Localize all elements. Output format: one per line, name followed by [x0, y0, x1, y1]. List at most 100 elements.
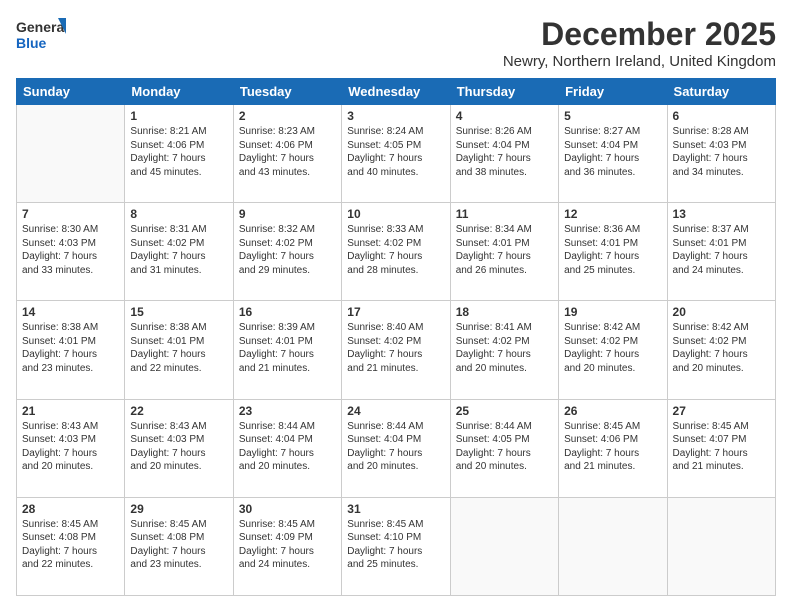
day-number: 16: [239, 305, 336, 319]
table-row: 17 Sunrise: 8:40 AM Sunset: 4:02 PM Dayli…: [342, 301, 450, 399]
day-content: Sunrise: 8:40 AM Sunset: 4:02 PM Dayligh…: [347, 321, 444, 375]
main-title: December 2025: [503, 16, 776, 53]
day-number: 20: [673, 305, 770, 319]
day-number: 13: [673, 207, 770, 221]
day-content: Sunrise: 8:32 AM Sunset: 4:02 PM Dayligh…: [239, 223, 336, 277]
day-number: 29: [130, 502, 227, 516]
table-row: 1Sunrise: 8:21 AM Sunset: 4:06 PM Daylig…: [125, 105, 233, 203]
day-number: 8: [130, 207, 227, 221]
day-content: Sunrise: 8:38 AM Sunset: 4:01 PM Dayligh…: [22, 321, 119, 375]
day-number: 24: [347, 404, 444, 418]
day-content: Sunrise: 8:33 AM Sunset: 4:02 PM Dayligh…: [347, 223, 444, 277]
col-tuesday: Tuesday: [233, 79, 341, 105]
day-content: Sunrise: 8:28 AM Sunset: 4:03 PM Dayligh…: [673, 125, 770, 179]
calendar-week-row: 28 Sunrise: 8:45 AM Sunset: 4:08 PM Dayli…: [17, 497, 776, 595]
day-content: Sunrise: 8:30 AM Sunset: 4:03 PM Dayligh…: [22, 223, 119, 277]
table-row: 5 Sunrise: 8:27 AM Sunset: 4:04 PM Daylig…: [559, 105, 667, 203]
calendar-week-row: 7 Sunrise: 8:30 AM Sunset: 4:03 PM Daylig…: [17, 203, 776, 301]
day-number: 25: [456, 404, 553, 418]
table-row: 26 Sunrise: 8:45 AM Sunset: 4:06 PM Dayli…: [559, 399, 667, 497]
table-row: 9Sunrise: 8:32 AM Sunset: 4:02 PM Daylig…: [233, 203, 341, 301]
table-row: [17, 105, 125, 203]
table-row: 25 Sunrise: 8:44 AM Sunset: 4:05 PM Dayli…: [450, 399, 558, 497]
table-row: 18 Sunrise: 8:41 AM Sunset: 4:02 PM Dayli…: [450, 301, 558, 399]
calendar-table: Sunday Monday Tuesday Wednesday Thursday…: [16, 78, 776, 596]
day-content: Sunrise: 8:36 AM Sunset: 4:01 PM Dayligh…: [564, 223, 661, 277]
day-content: Sunrise: 8:44 AM Sunset: 4:04 PM Dayligh…: [347, 420, 444, 474]
table-row: 3 Sunrise: 8:24 AM Sunset: 4:05 PM Daylig…: [342, 105, 450, 203]
table-row: 22Sunrise: 8:43 AM Sunset: 4:03 PM Dayli…: [125, 399, 233, 497]
day-content: Sunrise: 8:24 AM Sunset: 4:05 PM Dayligh…: [347, 125, 444, 179]
svg-text:Blue: Blue: [16, 35, 47, 51]
table-row: 23 Sunrise: 8:44 AM Sunset: 4:04 PM Dayli…: [233, 399, 341, 497]
day-content: Sunrise: 8:41 AM Sunset: 4:02 PM Dayligh…: [456, 321, 553, 375]
table-row: 6Sunrise: 8:28 AM Sunset: 4:03 PM Daylig…: [667, 105, 775, 203]
day-number: 1: [130, 109, 227, 123]
day-number: 30: [239, 502, 336, 516]
table-row: 30Sunrise: 8:45 AM Sunset: 4:09 PM Dayli…: [233, 497, 341, 595]
subtitle: Newry, Northern Ireland, United Kingdom: [503, 53, 776, 70]
col-saturday: Saturday: [667, 79, 775, 105]
day-number: 15: [130, 305, 227, 319]
table-row: 31 Sunrise: 8:45 AM Sunset: 4:10 PM Dayli…: [342, 497, 450, 595]
day-content: Sunrise: 8:45 AM Sunset: 4:07 PM Dayligh…: [673, 420, 770, 474]
day-number: 4: [456, 109, 553, 123]
table-row: [667, 497, 775, 595]
day-number: 7: [22, 207, 119, 221]
svg-text:General: General: [16, 19, 66, 35]
title-block: December 2025 Newry, Northern Ireland, U…: [503, 16, 776, 70]
day-number: 23: [239, 404, 336, 418]
day-content: Sunrise: 8:26 AM Sunset: 4:04 PM Dayligh…: [456, 125, 553, 179]
col-wednesday: Wednesday: [342, 79, 450, 105]
day-number: 28: [22, 502, 119, 516]
page: General Blue December 2025 Newry, Northe…: [0, 0, 792, 612]
col-thursday: Thursday: [450, 79, 558, 105]
day-content: Sunrise: 8:39 AM Sunset: 4:01 PM Dayligh…: [239, 321, 336, 375]
table-row: 27 Sunrise: 8:45 AM Sunset: 4:07 PM Dayli…: [667, 399, 775, 497]
day-number: 18: [456, 305, 553, 319]
day-number: 3: [347, 109, 444, 123]
day-content: Sunrise: 8:27 AM Sunset: 4:04 PM Dayligh…: [564, 125, 661, 179]
col-monday: Monday: [125, 79, 233, 105]
day-number: 17: [347, 305, 444, 319]
day-content: Sunrise: 8:44 AM Sunset: 4:05 PM Dayligh…: [456, 420, 553, 474]
table-row: 21 Sunrise: 8:43 AM Sunset: 4:03 PM Dayli…: [17, 399, 125, 497]
day-number: 2: [239, 109, 336, 123]
day-content: Sunrise: 8:45 AM Sunset: 4:10 PM Dayligh…: [347, 518, 444, 572]
table-row: 12Sunrise: 8:36 AM Sunset: 4:01 PM Dayli…: [559, 203, 667, 301]
day-content: Sunrise: 8:38 AM Sunset: 4:01 PM Dayligh…: [130, 321, 227, 375]
day-number: 26: [564, 404, 661, 418]
table-row: [559, 497, 667, 595]
day-content: Sunrise: 8:44 AM Sunset: 4:04 PM Dayligh…: [239, 420, 336, 474]
table-row: 8 Sunrise: 8:31 AM Sunset: 4:02 PM Daylig…: [125, 203, 233, 301]
header: General Blue December 2025 Newry, Northe…: [16, 16, 776, 70]
col-friday: Friday: [559, 79, 667, 105]
logo-icon: General Blue: [16, 16, 66, 52]
logo: General Blue: [16, 16, 66, 52]
day-number: 21: [22, 404, 119, 418]
table-row: 2 Sunrise: 8:23 AM Sunset: 4:06 PM Daylig…: [233, 105, 341, 203]
table-row: [450, 497, 558, 595]
table-row: 16 Sunrise: 8:39 AM Sunset: 4:01 PM Dayli…: [233, 301, 341, 399]
calendar-week-row: 14Sunrise: 8:38 AM Sunset: 4:01 PM Dayli…: [17, 301, 776, 399]
table-row: 20 Sunrise: 8:42 AM Sunset: 4:02 PM Dayli…: [667, 301, 775, 399]
day-content: Sunrise: 8:45 AM Sunset: 4:06 PM Dayligh…: [564, 420, 661, 474]
table-row: 7 Sunrise: 8:30 AM Sunset: 4:03 PM Daylig…: [17, 203, 125, 301]
day-number: 27: [673, 404, 770, 418]
day-content: Sunrise: 8:45 AM Sunset: 4:08 PM Dayligh…: [130, 518, 227, 572]
day-number: 10: [347, 207, 444, 221]
calendar-header-row: Sunday Monday Tuesday Wednesday Thursday…: [17, 79, 776, 105]
table-row: 15 Sunrise: 8:38 AM Sunset: 4:01 PM Dayli…: [125, 301, 233, 399]
day-number: 19: [564, 305, 661, 319]
table-row: 4 Sunrise: 8:26 AM Sunset: 4:04 PM Daylig…: [450, 105, 558, 203]
calendar-week-row: 21 Sunrise: 8:43 AM Sunset: 4:03 PM Dayli…: [17, 399, 776, 497]
day-content: Sunrise: 8:43 AM Sunset: 4:03 PM Dayligh…: [22, 420, 119, 474]
day-content: Sunrise: 8:31 AM Sunset: 4:02 PM Dayligh…: [130, 223, 227, 277]
day-number: 5: [564, 109, 661, 123]
table-row: 10 Sunrise: 8:33 AM Sunset: 4:02 PM Dayli…: [342, 203, 450, 301]
day-number: 31: [347, 502, 444, 516]
day-content: Sunrise: 8:23 AM Sunset: 4:06 PM Dayligh…: [239, 125, 336, 179]
day-content: Sunrise: 8:37 AM Sunset: 4:01 PM Dayligh…: [673, 223, 770, 277]
day-content: Sunrise: 8:42 AM Sunset: 4:02 PM Dayligh…: [673, 321, 770, 375]
day-content: Sunrise: 8:45 AM Sunset: 4:08 PM Dayligh…: [22, 518, 119, 572]
